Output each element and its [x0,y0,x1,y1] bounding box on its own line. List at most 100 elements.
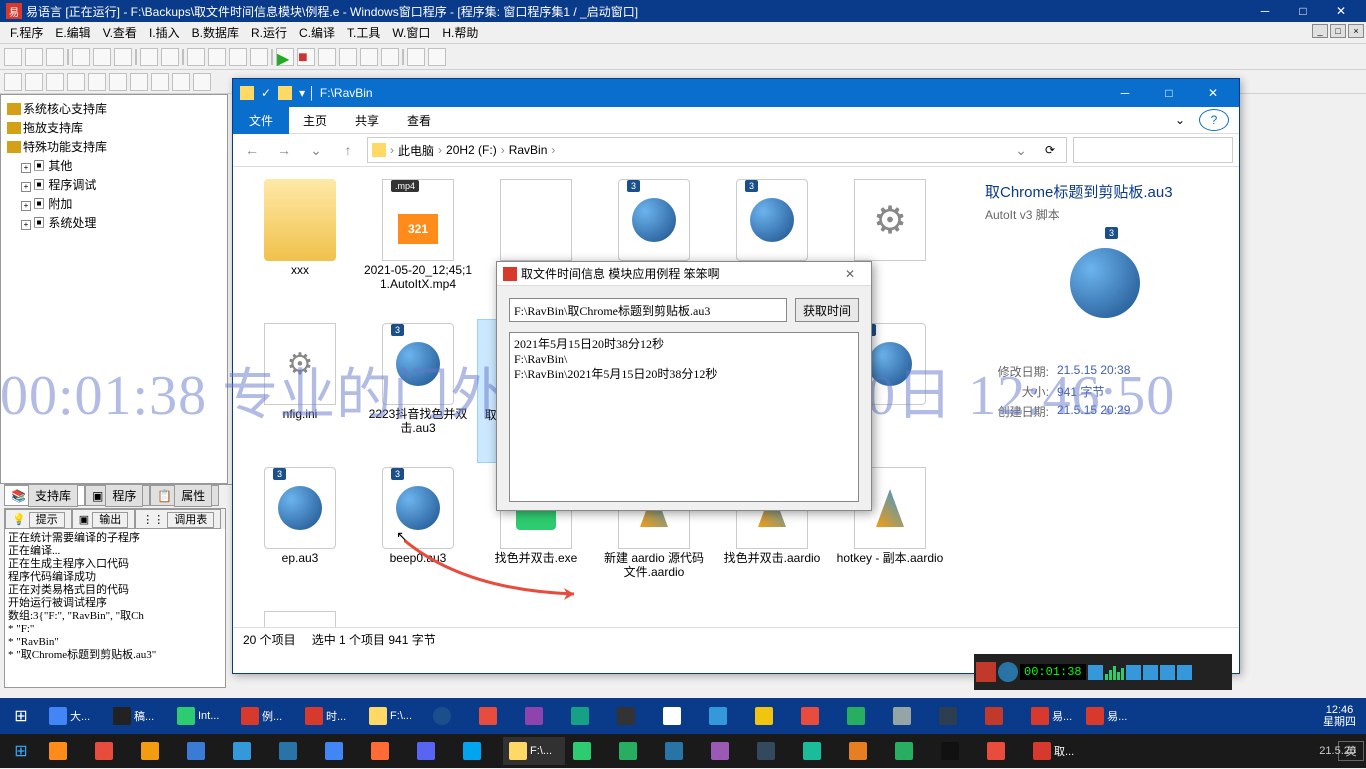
tb-icon-5[interactable] [611,701,655,731]
start-button-2[interactable]: ⊞ [0,733,42,769]
dialog-titlebar[interactable]: 取文件时间信息 模块应用例程 笨笨啊 ✕ [497,262,871,286]
tb-app-2[interactable]: 稿... [107,701,169,731]
tb-b4[interactable] [250,48,268,66]
tb-app-1[interactable]: 大... [43,701,105,731]
tb2-18[interactable] [889,737,933,765]
tb-save[interactable] [46,48,64,66]
crumb-drive[interactable]: 20H2 (F:) [446,143,497,157]
tb2-7[interactable] [130,73,148,91]
tb-new[interactable] [4,48,22,66]
ribbon-view[interactable]: 查看 [393,107,445,134]
tb2-15[interactable] [751,737,795,765]
tray-ic2[interactable] [1143,665,1158,680]
tb-find[interactable] [428,48,446,66]
nav-recent[interactable]: ⌄ [303,137,329,163]
tb-open[interactable] [25,48,43,66]
tb2-10[interactable] [193,73,211,91]
explorer-titlebar[interactable]: ✓ ▾ │ F:\RavBin ─ □ ✕ [233,79,1239,107]
crumb-pc[interactable]: 此电脑 [398,142,434,159]
tab-props[interactable]: 📋 属性 [150,485,219,506]
nav-back[interactable]: ← [239,137,265,163]
tb-step2[interactable] [339,48,357,66]
file-item[interactable]: 3beep0.au3 [359,463,477,607]
tb-stop[interactable]: ■ [297,48,315,66]
tb2-9[interactable] [411,737,455,765]
tb2-5[interactable] [227,737,271,765]
tb2-1[interactable] [4,73,22,91]
tb2-20[interactable] [981,737,1025,765]
log-output[interactable]: 正在统计需要编译的子程序 正在编译... 正在生成主程序入口代码 程序代码编译成… [5,529,225,665]
ribbon-file[interactable]: 文件 [233,107,289,134]
tb2-3[interactable] [135,737,179,765]
search-input[interactable] [1073,137,1233,163]
tb-icon-3[interactable] [519,701,563,731]
taskbar2-date[interactable]: 21.5.20 [1313,745,1362,757]
exp-close-button[interactable]: ✕ [1191,79,1235,107]
tb2-17[interactable] [843,737,887,765]
close-button[interactable]: ✕ [1322,0,1360,22]
tb2-10[interactable] [457,737,501,765]
exp-min-button[interactable]: ─ [1103,79,1147,107]
tb2-9[interactable] [172,73,190,91]
tb2-6[interactable] [109,73,127,91]
tb-app-3[interactable]: Int... [171,701,233,731]
tb-icon-6[interactable] [657,701,701,731]
tb2-7[interactable] [319,737,363,765]
menu-program[interactable]: F.程序 [4,22,49,43]
tb2-2[interactable] [89,737,133,765]
tb2-13[interactable] [659,737,703,765]
tab-program[interactable]: ▣ 程序 [85,485,150,506]
tb-b2[interactable] [208,48,226,66]
tb-run[interactable]: ▶ [276,48,294,66]
file-item[interactable]: nfig.ini [241,319,359,463]
exp-max-button[interactable]: □ [1147,79,1191,107]
tree-root-core[interactable]: 系统核心支持库 [5,99,223,118]
file-item[interactable]: .mp42021-05-20_12;45;11.AutoItX.mp4 [359,175,477,319]
tb2-5[interactable] [88,73,106,91]
tree-child-debug[interactable]: +▣ 程序调试 [5,175,223,194]
tb-paste[interactable] [114,48,132,66]
tb-step3[interactable] [360,48,378,66]
tb-icon-13[interactable] [979,701,1023,731]
tb2-explorer[interactable]: F:\... [503,737,565,765]
record-button[interactable] [976,662,996,682]
tb2-4[interactable] [67,73,85,91]
mdi-min[interactable]: _ [1312,24,1328,38]
mdi-max[interactable]: □ [1330,24,1346,38]
tb2-12[interactable] [613,737,657,765]
tb-app-5[interactable]: 时... [299,701,361,731]
tree-child-other[interactable]: +▣ 其他 [5,156,223,175]
speaker-icon[interactable] [1088,665,1103,680]
tb-step[interactable] [318,48,336,66]
mdi-close[interactable]: × [1348,24,1364,38]
menu-compile[interactable]: C.编译 [293,22,341,43]
tree-child-attach[interactable]: +▣ 附加 [5,194,223,213]
menu-window[interactable]: W.窗口 [386,22,436,43]
tb-icon-11[interactable] [887,701,931,731]
tb2-14[interactable] [705,737,749,765]
tb-cut[interactable] [72,48,90,66]
tb-icon-1[interactable] [427,701,471,731]
log-tab-output[interactable]: ▣ 输出 [72,509,135,529]
get-time-button[interactable]: 获取时间 [795,298,859,322]
help-button[interactable]: ? [1199,109,1229,131]
start-button[interactable]: ⊞ [0,698,42,734]
tb-icon-12[interactable] [933,701,977,731]
tb-copy[interactable] [93,48,111,66]
dialog-close[interactable]: ✕ [835,267,865,281]
log-tab-hint[interactable]: 💡 提示 [5,509,72,529]
menu-tools[interactable]: T.工具 [341,22,386,43]
tb-b3[interactable] [229,48,247,66]
recording-widget[interactable]: 00:01:38 [974,654,1232,690]
tb-icon-10[interactable] [841,701,885,731]
tb-hand[interactable] [407,48,425,66]
menu-edit[interactable]: E.编辑 [49,22,96,43]
menu-insert[interactable]: I.插入 [143,22,186,43]
file-path-input[interactable] [509,298,787,322]
refresh-button[interactable]: ⟳ [1038,138,1062,162]
tb2-16[interactable] [797,737,841,765]
menu-database[interactable]: B.数据库 [186,22,245,43]
ribbon-home[interactable]: 主页 [289,107,341,134]
tb-icon-4[interactable] [565,701,609,731]
file-item[interactable]: 32223抖音找色并双击.au3 [359,319,477,463]
